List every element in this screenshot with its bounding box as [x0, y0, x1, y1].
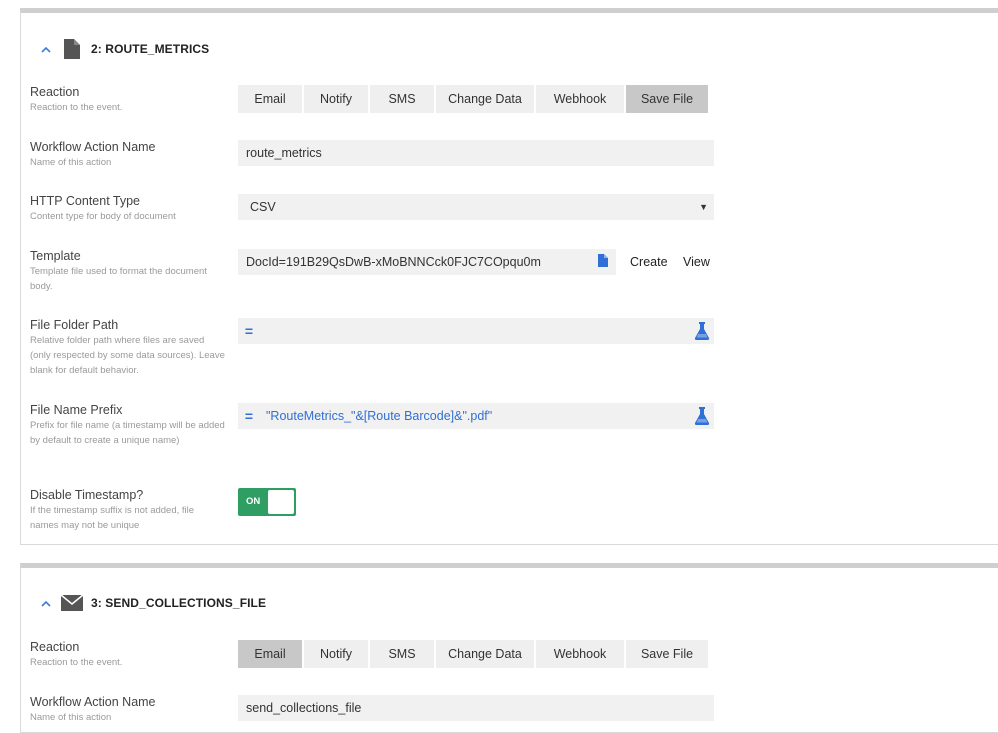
content-type-desc: Content type for body of document	[30, 211, 176, 222]
content-type-row: HTTP Content Type Content type for body …	[30, 194, 998, 222]
workflow-action-card-send-collections-file: 3: SEND_COLLECTIONS_FILE Reaction Reacti…	[20, 563, 998, 733]
reaction-label: Reaction	[30, 85, 80, 99]
reaction-option-change-data[interactable]: Change Data	[436, 640, 534, 668]
reaction-option-change-data[interactable]: Change Data	[436, 85, 534, 113]
card-title: 2: ROUTE_METRICS	[91, 42, 210, 56]
disable-timestamp-desc: If the timestamp suffix is not added, fi…	[30, 505, 195, 531]
reaction-desc: Reaction to the event.	[30, 657, 123, 668]
card-header: 2: ROUTE_METRICS	[39, 38, 209, 60]
toggle-knob	[268, 490, 294, 514]
disable-timestamp-toggle[interactable]: ON	[238, 488, 296, 516]
equals-icon: =	[244, 323, 254, 339]
content-type-select[interactable]: CSV ▼	[238, 194, 714, 220]
reaction-option-email[interactable]: Email	[238, 640, 302, 668]
action-name-label: Workflow Action Name	[30, 140, 156, 154]
content-type-value: CSV	[250, 200, 276, 214]
reaction-option-email[interactable]: Email	[238, 85, 302, 113]
reaction-label: Reaction	[30, 640, 80, 654]
content-type-label: HTTP Content Type	[30, 194, 141, 208]
reaction-option-notify[interactable]: Notify	[304, 640, 368, 668]
folder-path-formula-field[interactable]: =	[238, 318, 714, 344]
equals-icon: =	[244, 408, 254, 424]
name-prefix-input[interactable]: "RouteMetrics_"&[Route Barcode]&".pdf"	[260, 409, 690, 423]
name-prefix-label: File Name Prefix	[30, 403, 123, 417]
disable-timestamp-row: Disable Timestamp? If the timestamp suff…	[30, 488, 998, 531]
action-name-desc: Name of this action	[30, 157, 112, 168]
reaction-option-webhook[interactable]: Webhook	[536, 85, 624, 113]
name-prefix-formula-field[interactable]: = "RouteMetrics_"&[Route Barcode]&".pdf"	[238, 403, 714, 429]
document-icon	[61, 38, 83, 60]
template-desc: Template file used to format the documen…	[30, 266, 207, 292]
card-header: 3: SEND_COLLECTIONS_FILE	[39, 592, 266, 614]
reaction-option-save-file[interactable]: Save File	[626, 85, 708, 113]
action-name-input[interactable]: route_metrics	[238, 140, 714, 166]
chevron-up-icon[interactable]	[39, 596, 53, 610]
action-name-label: Workflow Action Name	[30, 695, 156, 709]
reaction-option-webhook[interactable]: Webhook	[536, 640, 624, 668]
dropdown-caret-icon: ▼	[699, 202, 708, 212]
reaction-option-notify[interactable]: Notify	[304, 85, 368, 113]
flask-icon[interactable]	[690, 407, 714, 425]
reaction-segmented-control: Email Notify SMS Change Data Webhook Sav…	[238, 640, 708, 668]
flask-icon[interactable]	[690, 322, 714, 340]
action-name-input[interactable]: send_collections_file	[238, 695, 714, 721]
reaction-desc: Reaction to the event.	[30, 102, 123, 113]
envelope-icon	[61, 592, 83, 614]
template-create-button[interactable]: Create	[630, 255, 668, 269]
toggle-on-text: ON	[246, 496, 261, 507]
template-label: Template	[30, 249, 81, 263]
folder-path-desc: Relative folder path where files are sav…	[30, 335, 225, 376]
reaction-option-sms[interactable]: SMS	[370, 85, 434, 113]
reaction-segmented-control: Email Notify SMS Change Data Webhook Sav…	[238, 85, 708, 113]
reaction-option-save-file[interactable]: Save File	[626, 640, 708, 668]
name-prefix-desc: Prefix for file name (a timestamp will b…	[30, 420, 225, 446]
template-input[interactable]: DocId=191B29QsDwB-xMoBNNCck0FJC7COpqu0m	[238, 249, 616, 275]
reaction-option-sms[interactable]: SMS	[370, 640, 434, 668]
chevron-up-icon[interactable]	[39, 42, 53, 56]
card-title: 3: SEND_COLLECTIONS_FILE	[91, 596, 267, 610]
template-value: DocId=191B29QsDwB-xMoBNNCck0FJC7COpqu0m	[246, 255, 541, 269]
template-view-button[interactable]: View	[683, 255, 710, 269]
folder-path-label: File Folder Path	[30, 318, 119, 332]
workflow-action-card-route-metrics: 2: ROUTE_METRICS Reaction Reaction to th…	[20, 8, 998, 545]
disable-timestamp-label: Disable Timestamp?	[30, 488, 144, 502]
document-icon[interactable]	[598, 254, 608, 270]
